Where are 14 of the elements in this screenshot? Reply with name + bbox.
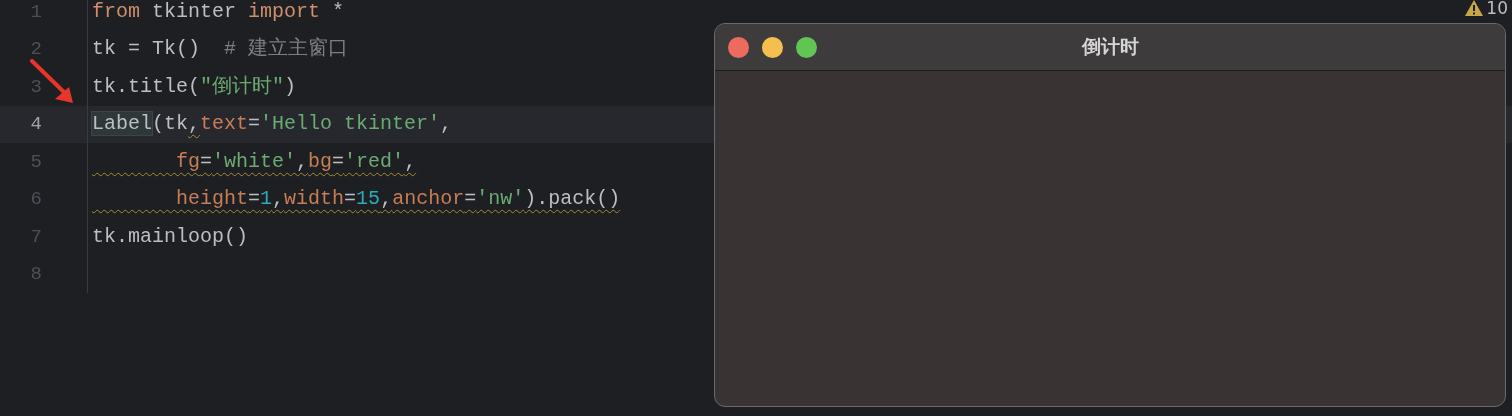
code-line: tk = Tk() # 建立主窗口: [92, 36, 349, 63]
code-line: tk.mainloop(): [92, 223, 249, 250]
zoom-button[interactable]: [796, 36, 817, 58]
warning-icon[interactable]: [1464, 0, 1485, 17]
code-line: fg='white',bg='red',: [175, 148, 417, 175]
code-line: height=1,width=15,anchor='nw').pack(): [175, 186, 621, 213]
minimize-button[interactable]: [762, 36, 783, 58]
warning-count: 10: [1486, 0, 1508, 18]
window-title: 倒计时: [1081, 35, 1139, 57]
close-button[interactable]: [728, 36, 749, 58]
code-line: tk.title("倒计时"): [92, 73, 297, 100]
code-line: Label(tk,text='Hello tkinter',: [92, 111, 453, 138]
line-number: 4: [29, 113, 42, 136]
code-line: from tkinter import *: [92, 0, 345, 25]
